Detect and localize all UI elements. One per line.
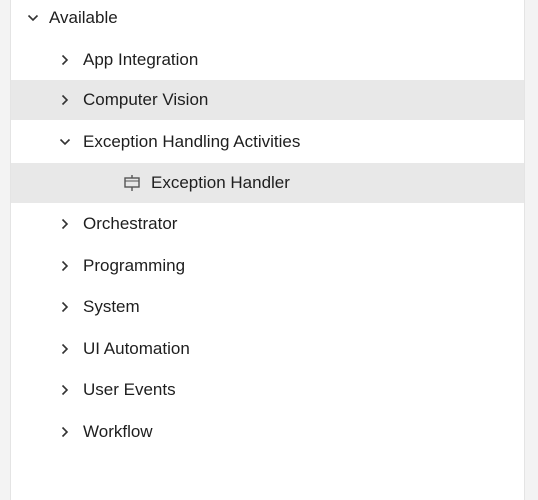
chevron-right-icon[interactable] xyxy=(57,299,73,315)
tree-node-label: Available xyxy=(49,8,118,27)
tree-node-app-integration[interactable]: App Integration xyxy=(11,40,524,80)
tree-node-label: Workflow xyxy=(83,422,153,441)
tree-node-label: UI Automation xyxy=(83,339,190,358)
tree-node-computer-vision[interactable]: Computer Vision xyxy=(11,80,524,120)
chevron-right-icon[interactable] xyxy=(57,92,73,108)
tree-node-label: Exception Handler xyxy=(151,173,290,192)
tree-node-label: Orchestrator xyxy=(83,214,178,233)
chevron-right-icon[interactable] xyxy=(57,424,73,440)
tree-node-user-events[interactable]: User Events xyxy=(11,370,524,410)
activities-tree-panel: Available App Integration Computer Visio… xyxy=(10,0,525,500)
tree-node-label: System xyxy=(83,297,140,316)
tree-node-available[interactable]: Available xyxy=(11,0,524,38)
chevron-right-icon[interactable] xyxy=(57,258,73,274)
tree-node-orchestrator[interactable]: Orchestrator xyxy=(11,204,524,244)
tree-node-exception-handler[interactable]: Exception Handler xyxy=(11,163,524,203)
tree-node-programming[interactable]: Programming xyxy=(11,246,524,286)
exception-handler-icon xyxy=(123,174,141,192)
chevron-right-icon[interactable] xyxy=(57,216,73,232)
tree-node-ui-automation[interactable]: UI Automation xyxy=(11,329,524,369)
chevron-right-icon[interactable] xyxy=(57,52,73,68)
chevron-down-icon[interactable] xyxy=(57,134,73,150)
tree-node-label: Exception Handling Activities xyxy=(83,132,301,151)
tree-node-label: Programming xyxy=(83,256,186,275)
tree-node-label: Computer Vision xyxy=(83,90,209,109)
tree-node-label: App Integration xyxy=(83,50,199,69)
tree-node-exception-handling-activities[interactable]: Exception Handling Activities xyxy=(11,122,524,162)
chevron-right-icon[interactable] xyxy=(57,382,73,398)
tree-node-label: User Events xyxy=(83,380,176,399)
chevron-right-icon[interactable] xyxy=(57,341,73,357)
tree-node-workflow[interactable]: Workflow xyxy=(11,412,524,452)
chevron-down-icon[interactable] xyxy=(25,10,41,26)
tree-node-system[interactable]: System xyxy=(11,287,524,327)
